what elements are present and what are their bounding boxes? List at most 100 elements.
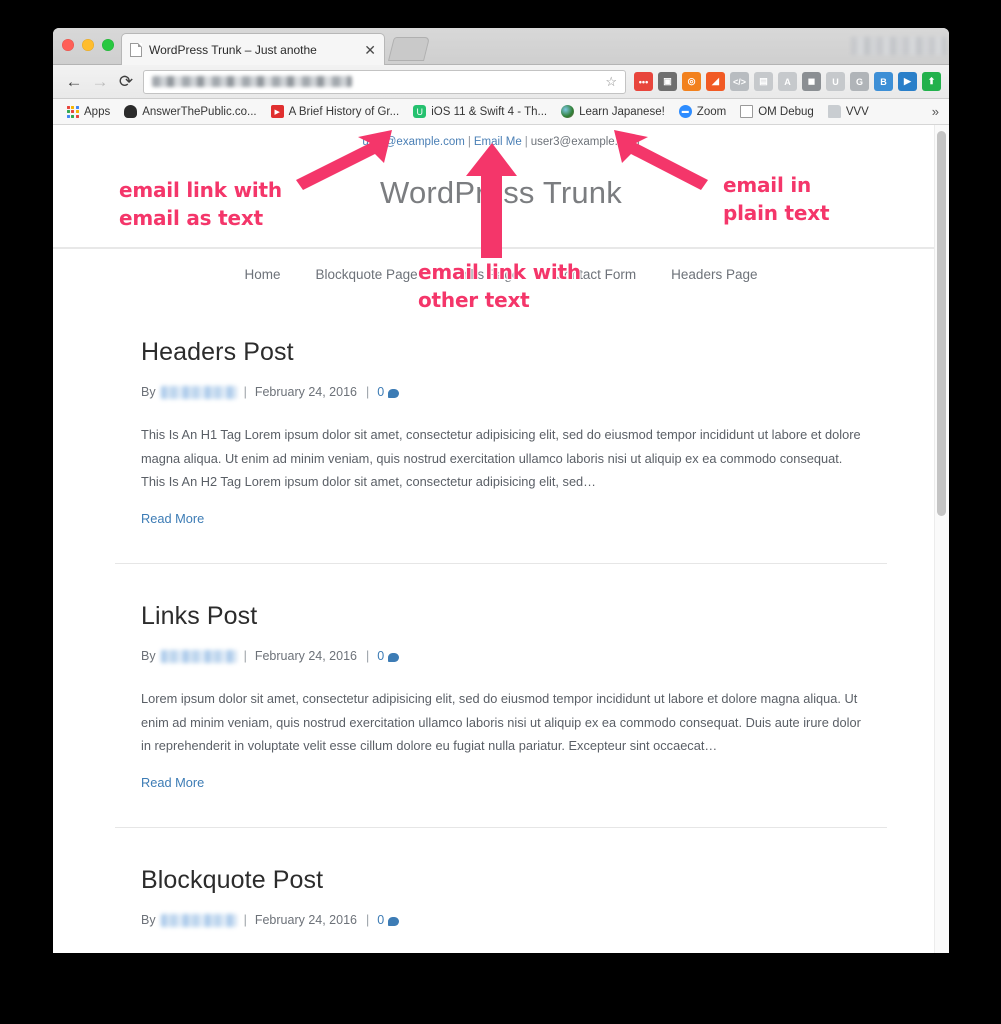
header-email-row: user@example.com | Email Me | user3@example.… <box>53 133 949 148</box>
email-link-with-email-text[interactable]: user@example.com <box>362 136 464 148</box>
reload-button[interactable]: ⟳ <box>113 69 139 95</box>
site-nav-item-blockquote-page[interactable]: Blockquote Page <box>316 267 418 282</box>
bookmarks-bar: Apps AnswerThePublic.co... ▶ A Brief Histor… <box>53 99 949 125</box>
post-item: Links Post By | February 24, 2016 | 0 Lorem ip… <box>115 563 887 792</box>
post-date: February 24, 2016 <box>254 385 357 399</box>
back-button[interactable]: ← <box>61 69 87 95</box>
u-extension[interactable]: U <box>826 72 845 91</box>
bookmark-ios-swift[interactable]: UiOS 11 & Swift 4 - Th... <box>406 102 554 122</box>
post-item: Headers Post By | February 24, 2016 | 0 This I… <box>115 300 887 528</box>
post-author-redacted[interactable] <box>160 913 237 927</box>
browser-window: WordPress Trunk – Just anothe ✕ ← → ⟳ ☆ … <box>53 28 949 953</box>
bookmark-answerthepublic[interactable]: AnswerThePublic.co... <box>117 102 263 122</box>
site-nav-item-contact-form[interactable]: Contact Form <box>554 267 636 282</box>
browser-tab-title: WordPress Trunk – Just anothe <box>149 42 317 57</box>
post-by-label: By <box>141 913 156 928</box>
bookmark-label: VVV <box>845 105 869 118</box>
redacted-window-region <box>851 37 946 55</box>
email-link-with-other-text[interactable]: Email Me <box>474 136 522 148</box>
bookmark-zoom[interactable]: ▬ Zoom <box>672 102 733 122</box>
post-excerpt: Lorem ipsum dolor sit amet, consectetur … <box>141 951 861 953</box>
wordpress-extension[interactable]: ▤ <box>754 72 773 91</box>
bookmark-label: A Brief History of Gr... <box>288 105 400 118</box>
email-row-separator-2: | <box>524 136 528 148</box>
youtube-icon: ▶ <box>270 105 284 118</box>
post-title[interactable]: Blockquote Post <box>141 866 861 895</box>
minimize-window-button[interactable] <box>82 39 94 51</box>
lastpass-extension[interactable]: ••• <box>634 72 653 91</box>
post-comment-count[interactable]: 0 <box>377 649 400 664</box>
site-nav-item-headers-page[interactable]: Headers Page <box>671 267 757 282</box>
window-traffic-lights <box>62 39 114 51</box>
post-meta: By | February 24, 2016 | 0 <box>141 649 861 663</box>
analytics-extension[interactable]: ◢ <box>706 72 725 91</box>
page-scrollbar-track[interactable] <box>934 125 949 953</box>
page-icon <box>740 105 754 118</box>
post-meta-separator: | <box>366 649 370 664</box>
bitly-extension[interactable]: B <box>874 72 893 91</box>
bookmark-star-icon[interactable]: ☆ <box>605 74 617 90</box>
bookmark-vvv[interactable]: VVV <box>821 102 876 122</box>
extension-icons: ••• ▣ ◎ ◢ </> ▤ A ◼ U G B ▶ ⬆ <box>632 72 941 91</box>
read-more-link[interactable]: Read More <box>141 511 204 526</box>
close-window-button[interactable] <box>62 39 74 51</box>
post-excerpt: Lorem ipsum dolor sit amet, consectetur … <box>141 691 861 754</box>
post-date: February 24, 2016 <box>254 913 357 928</box>
maximize-window-button[interactable] <box>102 39 114 51</box>
bookmark-label: Apps <box>84 105 111 118</box>
post-title[interactable]: Links Post <box>141 602 861 631</box>
post-meta: By | February 24, 2016 | 0 <box>141 913 861 927</box>
redacted-url-text <box>152 76 352 87</box>
post-comment-count[interactable]: 0 <box>377 913 400 927</box>
site-header: user@example.com | Email Me | user3@example.… <box>53 125 949 248</box>
bookmark-learn-japanese[interactable]: Learn Japanese! <box>554 102 672 122</box>
video-extension[interactable]: ▶ <box>898 72 917 91</box>
post-date: February 24, 2016 <box>254 649 357 664</box>
zoom-icon: ▬ <box>678 105 692 118</box>
read-more-link[interactable]: Read More <box>141 775 204 790</box>
tab-strip: WordPress Trunk – Just anothe ✕ <box>53 28 949 65</box>
comment-bubble-icon <box>388 916 400 926</box>
comment-bubble-icon <box>388 652 400 662</box>
comment-count-value: 0 <box>377 649 385 664</box>
post-by-label: By <box>141 385 156 399</box>
browser-toolbar: ← → ⟳ ☆ ••• ▣ ◎ ◢ </> ▤ A ◼ U G B ▶ ⬆ <box>53 65 949 99</box>
page-viewport: user@example.com | Email Me | user3@example.… <box>53 125 949 953</box>
globe-icon <box>561 105 575 118</box>
bookmark-label: AnswerThePublic.co... <box>142 105 257 118</box>
address-bar[interactable]: ☆ <box>143 69 626 94</box>
post-author-redacted[interactable] <box>160 385 237 399</box>
upload-extension[interactable]: ⬆ <box>922 72 941 91</box>
post-item: Blockquote Post By | February 24, 2016 | 0 Lor… <box>115 827 887 953</box>
bookmark-om-debug[interactable]: OM Debug <box>733 102 821 122</box>
grammarly-extension[interactable]: G <box>850 72 869 91</box>
post-excerpt: This Is An H1 Tag Lorem ipsum dolor sit … <box>141 427 861 490</box>
site-nav-item-home[interactable]: Home <box>245 267 281 282</box>
post-by-label: By <box>141 649 156 664</box>
post-author-redacted[interactable] <box>160 649 237 663</box>
bookmark-label: Zoom <box>696 105 727 118</box>
bookmark-label: Learn Japanese! <box>579 105 665 118</box>
code-extension[interactable]: </> <box>730 72 749 91</box>
bookmark-brief-history[interactable]: ▶ A Brief History of Gr... <box>264 102 407 122</box>
browser-tab-active[interactable]: WordPress Trunk – Just anothe ✕ <box>121 33 385 65</box>
dark-square-extension[interactable]: ◼ <box>802 72 821 91</box>
close-tab-icon[interactable]: ✕ <box>364 43 376 57</box>
post-meta-separator: | <box>366 385 370 399</box>
bookmark-apps[interactable]: Apps <box>59 102 117 122</box>
angular-extension[interactable]: A <box>778 72 797 91</box>
forward-button[interactable]: → <box>87 69 113 95</box>
site-nav-item-links-page[interactable]: Links Page <box>453 267 520 282</box>
page-scrollbar-thumb[interactable] <box>937 131 946 516</box>
folder-icon <box>827 105 841 118</box>
orange-circle-extension[interactable]: ◎ <box>682 72 701 91</box>
udemy-icon: U <box>413 105 427 118</box>
new-tab-button[interactable] <box>388 37 430 61</box>
email-row-separator-1: | <box>467 136 471 148</box>
post-meta-separator: | <box>243 649 247 664</box>
post-comment-count[interactable]: 0 <box>377 385 400 399</box>
bookmarks-overflow-button[interactable]: » <box>932 104 943 119</box>
camera-extension[interactable]: ▣ <box>658 72 677 91</box>
post-title[interactable]: Headers Post <box>141 338 861 367</box>
site-title: WordPress Trunk <box>380 175 622 210</box>
